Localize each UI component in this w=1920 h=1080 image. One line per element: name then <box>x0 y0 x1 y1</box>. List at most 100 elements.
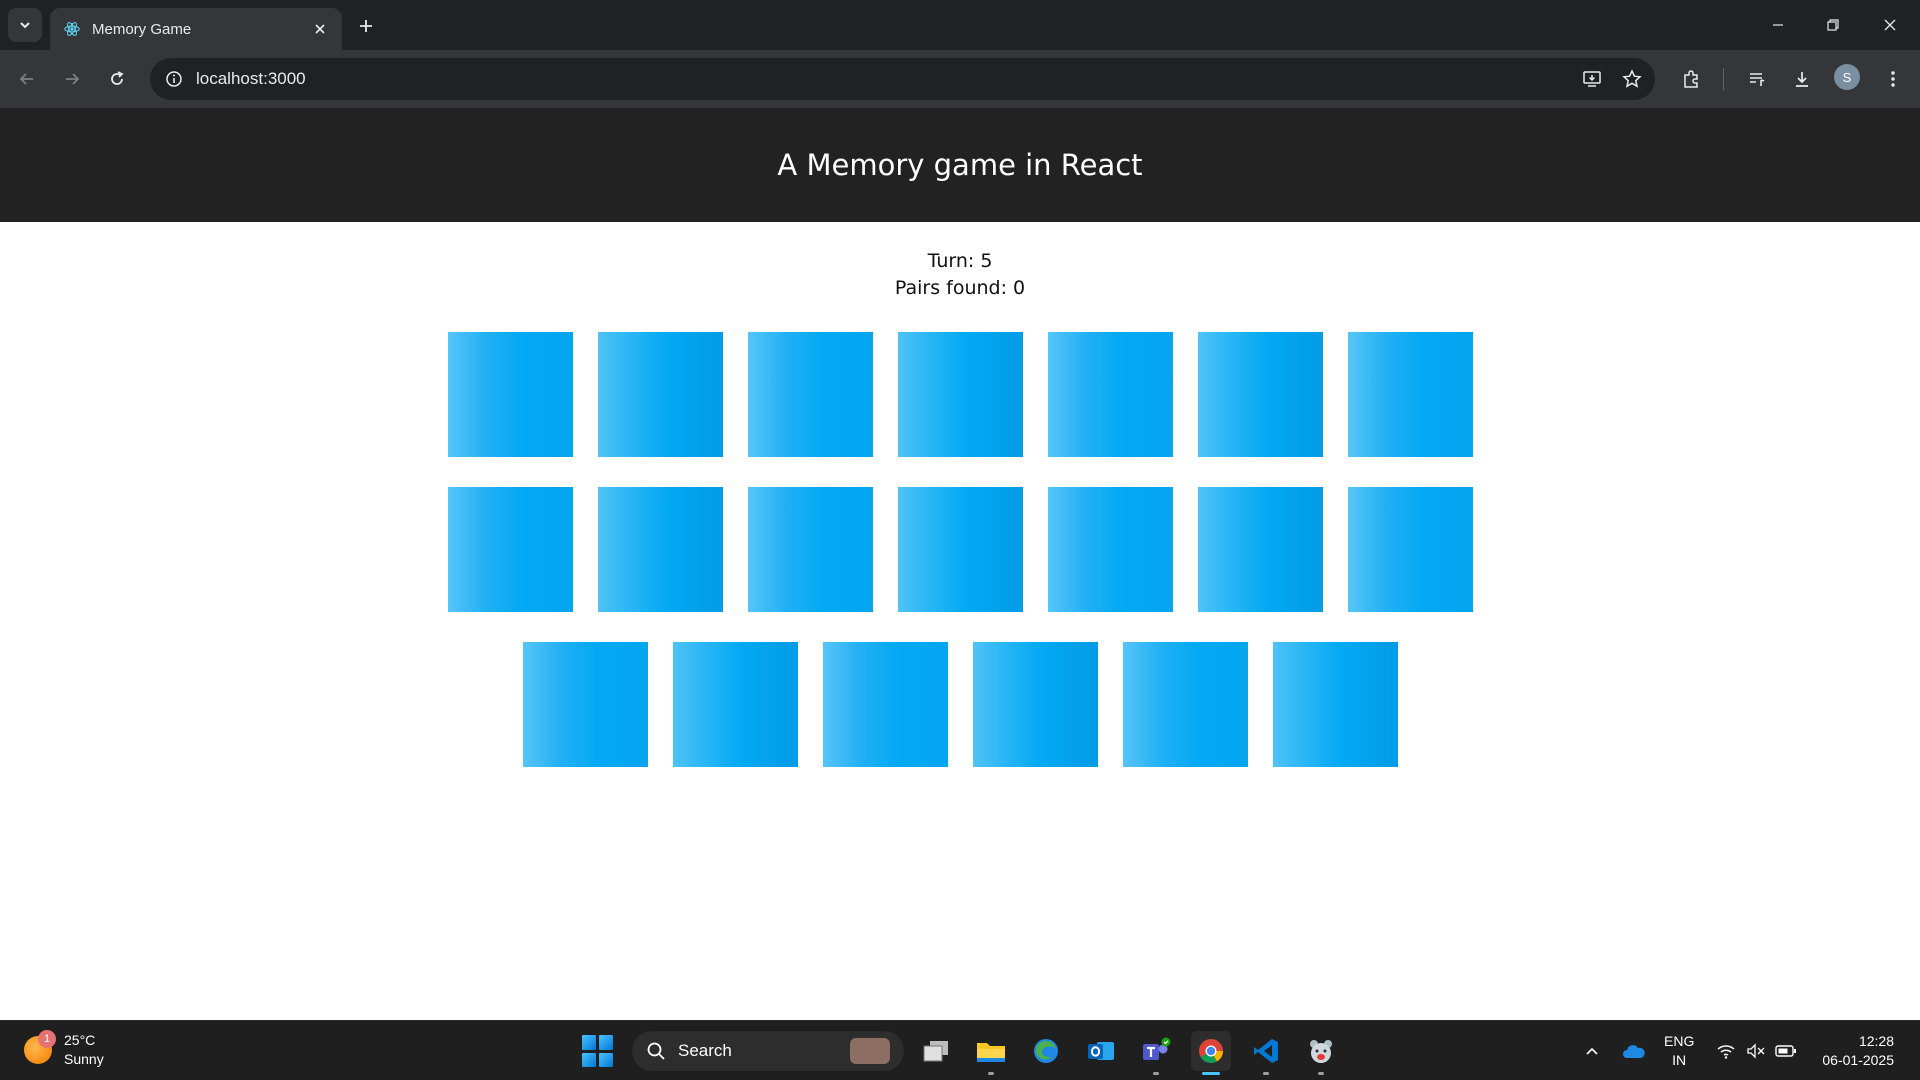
memory-card[interactable] <box>447 487 573 612</box>
memory-card[interactable] <box>1122 642 1248 767</box>
turn-counter: Turn: 5 <box>927 250 993 272</box>
install-app-icon[interactable] <box>1577 64 1607 94</box>
card-row <box>0 642 1920 767</box>
weather-widget[interactable]: 1 25°C Sunny <box>24 1030 104 1069</box>
edge-app[interactable] <box>1026 1031 1066 1071</box>
memory-card[interactable] <box>1047 487 1173 612</box>
downloads-icon[interactable] <box>1787 64 1817 94</box>
memory-card[interactable] <box>897 487 1023 612</box>
memory-card[interactable] <box>597 487 723 612</box>
restore-icon <box>1827 19 1839 31</box>
card-row <box>0 487 1920 612</box>
game-stats: Turn: 5 Pairs found: 0 <box>0 248 1920 302</box>
memory-card[interactable] <box>1272 642 1398 767</box>
address-bar[interactable]: localhost:3000 <box>150 58 1655 100</box>
taskbar-search[interactable]: Search <box>632 1031 904 1071</box>
memory-card[interactable] <box>747 487 873 612</box>
forward-button[interactable] <box>55 62 89 96</box>
memory-card[interactable] <box>747 332 873 457</box>
site-info-icon[interactable] <box>154 58 194 100</box>
minimize-icon <box>1773 24 1783 26</box>
running-indicator <box>1263 1072 1269 1075</box>
taskbar: 1 25°C Sunny Search ENG IN 12:28 06-01-2… <box>0 1020 1920 1080</box>
chrome-app[interactable] <box>1191 1031 1231 1075</box>
react-favicon-icon <box>62 19 82 39</box>
windows-logo-tile <box>582 1035 596 1050</box>
browser-tabstrip: Memory Game <box>0 0 1920 50</box>
outlook-app[interactable] <box>1081 1031 1121 1071</box>
onedrive-button[interactable] <box>1620 1037 1648 1065</box>
running-indicator <box>1318 1072 1324 1075</box>
pairs-counter: Pairs found: 0 <box>894 277 1026 299</box>
memory-card[interactable] <box>597 332 723 457</box>
reload-button[interactable] <box>100 62 134 96</box>
tab-close-icon[interactable] <box>310 19 330 39</box>
mascot-app[interactable] <box>1301 1031 1341 1075</box>
edge-icon <box>1034 1039 1058 1063</box>
file-explorer-app[interactable] <box>971 1031 1011 1075</box>
vscode-app[interactable] <box>1246 1031 1286 1075</box>
memory-card[interactable] <box>972 642 1098 767</box>
task-view-app[interactable] <box>916 1031 956 1071</box>
new-tab-button[interactable] <box>352 12 380 40</box>
clock-time: 12:28 <box>1858 1033 1894 1049</box>
arrow-left-icon <box>19 73 33 85</box>
close-window-button[interactable] <box>1870 8 1910 42</box>
input-language-indicator[interactable]: ENG IN <box>1664 1032 1694 1070</box>
search-icon <box>647 1042 665 1060</box>
temperature: 25°C <box>64 1032 96 1048</box>
game-board <box>0 332 1920 797</box>
battery-button[interactable] <box>1774 1037 1798 1065</box>
memory-card[interactable] <box>897 332 1023 457</box>
running-indicator <box>1153 1072 1159 1075</box>
volume-button[interactable] <box>1744 1037 1768 1065</box>
extensions-icon[interactable] <box>1676 64 1706 94</box>
wifi-icon <box>1717 1045 1735 1059</box>
folder-icon <box>977 1043 1005 1062</box>
clock-date: 06-01-2025 <box>1822 1052 1894 1068</box>
memory-card[interactable] <box>1347 487 1473 612</box>
task-view-icon <box>923 1041 948 1062</box>
chrome-icon <box>1199 1039 1223 1064</box>
memory-card[interactable] <box>1347 332 1473 457</box>
restore-button[interactable] <box>1813 8 1853 42</box>
briefcase-icon <box>850 1038 890 1064</box>
windows-logo-tile <box>582 1052 596 1067</box>
back-button[interactable] <box>10 62 44 96</box>
app-header: A Memory game in React <box>0 108 1920 222</box>
active-indicator <box>1202 1072 1220 1075</box>
tab-memory-game[interactable]: Memory Game <box>50 8 342 50</box>
language-code: ENG <box>1664 1033 1695 1049</box>
system-clock[interactable]: 12:28 06-01-2025 <box>1808 1032 1894 1070</box>
memory-card[interactable] <box>522 642 648 767</box>
profile-avatar[interactable]: S <box>1834 64 1860 90</box>
minimize-button[interactable] <box>1758 8 1798 42</box>
url-text[interactable]: localhost:3000 <box>196 69 1577 89</box>
memory-card[interactable] <box>1197 487 1323 612</box>
arrow-right-icon <box>66 73 80 85</box>
region-code: IN <box>1672 1052 1687 1068</box>
bookmark-star-icon[interactable] <box>1617 64 1647 94</box>
page-title: A Memory game in React <box>777 148 1143 182</box>
teams-app[interactable] <box>1136 1031 1176 1075</box>
weather-condition: Sunny <box>64 1051 104 1067</box>
memory-card[interactable] <box>672 642 798 767</box>
tab-search-button[interactable] <box>8 8 42 42</box>
show-hidden-icons-button[interactable] <box>1582 1037 1602 1065</box>
card-row <box>0 332 1920 457</box>
teams-icon <box>1143 1037 1171 1060</box>
memory-card[interactable] <box>822 642 948 767</box>
onedrive-cloud-icon <box>1623 1045 1645 1058</box>
bear-mascot-icon <box>1310 1040 1332 1063</box>
battery-icon <box>1775 1045 1796 1057</box>
plus-icon <box>360 20 372 32</box>
start-button[interactable] <box>582 1035 614 1067</box>
media-queue-icon[interactable] <box>1742 64 1772 94</box>
more-menu-icon[interactable] <box>1878 64 1908 94</box>
wifi-button[interactable] <box>1714 1037 1738 1065</box>
memory-card[interactable] <box>1047 332 1173 457</box>
search-label: Search <box>678 1041 732 1060</box>
memory-card[interactable] <box>447 332 573 457</box>
chevron-down-icon <box>20 22 30 29</box>
memory-card[interactable] <box>1197 332 1323 457</box>
